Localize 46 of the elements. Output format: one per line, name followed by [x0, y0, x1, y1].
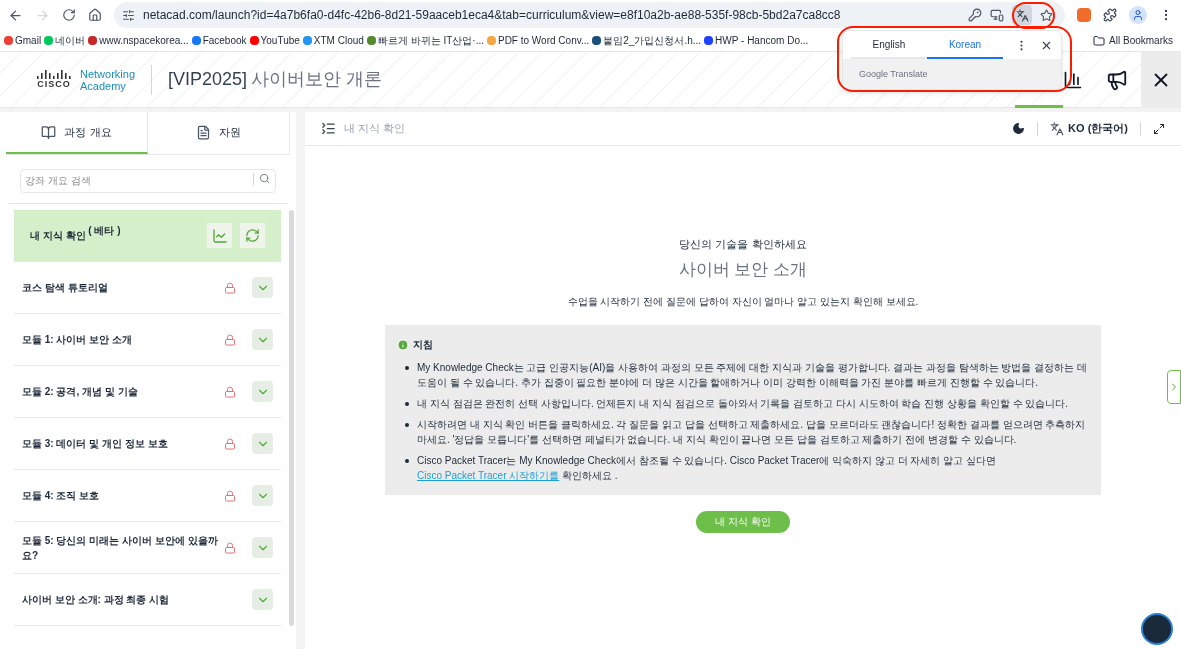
outline-title: 모듈 1: 사이버 보안 소개: [22, 333, 133, 347]
instruction-text: 내 지식 점검은 완전히 선택 사항입니다. 언제든지 내 지식 점검으로 돌아와서 기록을 검토하고 다시 시도하여 학습 진행 상황을 확인할 수 있습니다.: [417, 397, 1069, 411]
breadcrumb: 내 지식 확인: [344, 121, 406, 137]
outline-title: 코스 탐색 튜토리얼: [22, 281, 109, 295]
course-title: 사이버보안 개론: [251, 68, 383, 91]
sidebar-tab[interactable]: 과정 개요: [6, 112, 148, 154]
outline-title: 모듈 2: 공격, 개념 및 기술: [22, 385, 139, 399]
course-code: [VIP2025]: [168, 68, 248, 91]
language-button[interactable]: KO (한국어): [1050, 120, 1128, 137]
outline-item[interactable]: 모듈 4: 조직 보호: [14, 470, 281, 522]
outline-title: 모듈 3: 데이터 및 개인 정보 보호: [22, 437, 169, 451]
bookmark[interactable]: 빠르게 바뀌는 IT산업·...: [366, 33, 484, 48]
bookmarks-folder[interactable]: All Bookmarks: [1093, 33, 1173, 48]
bookmark[interactable]: 붙임2_가입신청서.h...: [592, 33, 702, 48]
sidebar-tab[interactable]: 자원: [148, 112, 290, 154]
outline-item[interactable]: 코스 탐색 튜토리얼: [14, 262, 281, 314]
outline-item[interactable]: 모듈 1: 사이버 보안 소개: [14, 314, 281, 366]
bookmark[interactable]: www.nspacekorea...: [88, 33, 189, 48]
bookmark[interactable]: 네이버: [44, 33, 86, 48]
outline-item[interactable]: 모듈 2: 공격, 개념 및 기술: [14, 366, 281, 418]
outline-title: 모듈 4: 조직 보호: [22, 489, 101, 503]
bookmark[interactable]: XTM Cloud: [302, 33, 364, 48]
bookmark[interactable]: PDF to Word Conv...: [486, 33, 590, 48]
instruction-text: 시작하려면 내 지식 확인 버튼을 클릭하세요. 각 질문을 읽고 답을 선택하고 제출하세요. 답을 모르더라도 괜찮습니다! 정확한 결과를 얻으려면 추측하지 마세요. '정답을 모릅니다'를 선택하면 페널티가 없습니다. 내 지식 확인이 끝나면 모든 답을 검토하고 제출하기 전에 변경할 수 있습니다.: [417, 418, 1087, 447]
google-translate-label: Google Translate: [859, 68, 928, 82]
page-title: 사이버 보안 소개: [678, 258, 808, 281]
bookmark[interactable]: HWP - Hancom Do...: [704, 33, 809, 48]
outline-item[interactable]: 모듈 5: 당신의 미래는 사이버 보안에 있을까요?: [14, 522, 281, 574]
logo-text: Academy: [80, 79, 126, 92]
outline-item[interactable]: 모듈 3: 데이터 및 개인 정보 보호: [14, 418, 281, 470]
address-bar[interactable]: netacad.com/launch?id=4a7b6fa0-d4fc-42b6-8d21-59aaceb1eca4&tab=curriculum&view=e8f10a2b-ae88-535f-98cb-5bd2a7ca8cc8: [114, 2, 1065, 28]
search-field[interactable]: 강좌 개요 검색: [20, 168, 276, 193]
logo-text: Networking: [80, 67, 136, 80]
outline-title: 사이버 보안 소개: 과정 최종 시험: [22, 593, 171, 607]
url-text: netacad.com/launch?id=4a7b6fa0-d4fc-42b6-8d21-59aaceb1eca4&tab=curriculum&view=e8f10a2b-ae88-535f-98cb-5bd2a7ca8cc8: [143, 7, 842, 24]
bookmark[interactable]: Gmail: [4, 33, 42, 48]
description: 수업을 시작하기 전에 질문에 답하여 자신이 얼마나 알고 있는지 확인해 보세요.: [567, 295, 919, 309]
outline-item[interactable]: 사이버 보안 소개: 과정 최종 시험: [14, 574, 281, 626]
cisco-wordmark: CISCO: [37, 79, 71, 89]
instruction-text: Cisco Packet Tracer는 My Knowledge Check에서 참조될 수 있습니다. Cisco Packet Tracer에 익숙하지 않고 더 자세히 알고 싶다면 Cisco Packet Tracer 시작하기를 확인하세요 .: [417, 454, 997, 483]
outline-title: 모듈 5: 당신의 미래는 사이버 보안에 있을까요?: [22, 533, 219, 563]
instructions-heading: 지침: [413, 338, 433, 352]
bookmark[interactable]: YouTube: [249, 33, 300, 48]
instruction-text: My Knowledge Check는 고급 인공지능(AI)을 사용하여 과정의 모든 주제에 대한 지식과 기술을 평가합니다. 결과는 과정을 탐색하는 방법을 결정하는 데 도움이 될 수 있습니다. 추가 집중이 필요한 분야에 더 많은 시간을 할애하거나 이미 강력한 이해력을 가진 분야를 빠르게 진행할 수 있습니다.: [417, 361, 1089, 390]
subtitle: 당신의 기술을 확인하세요: [679, 237, 807, 252]
bookmark[interactable]: Facebook: [191, 33, 247, 48]
